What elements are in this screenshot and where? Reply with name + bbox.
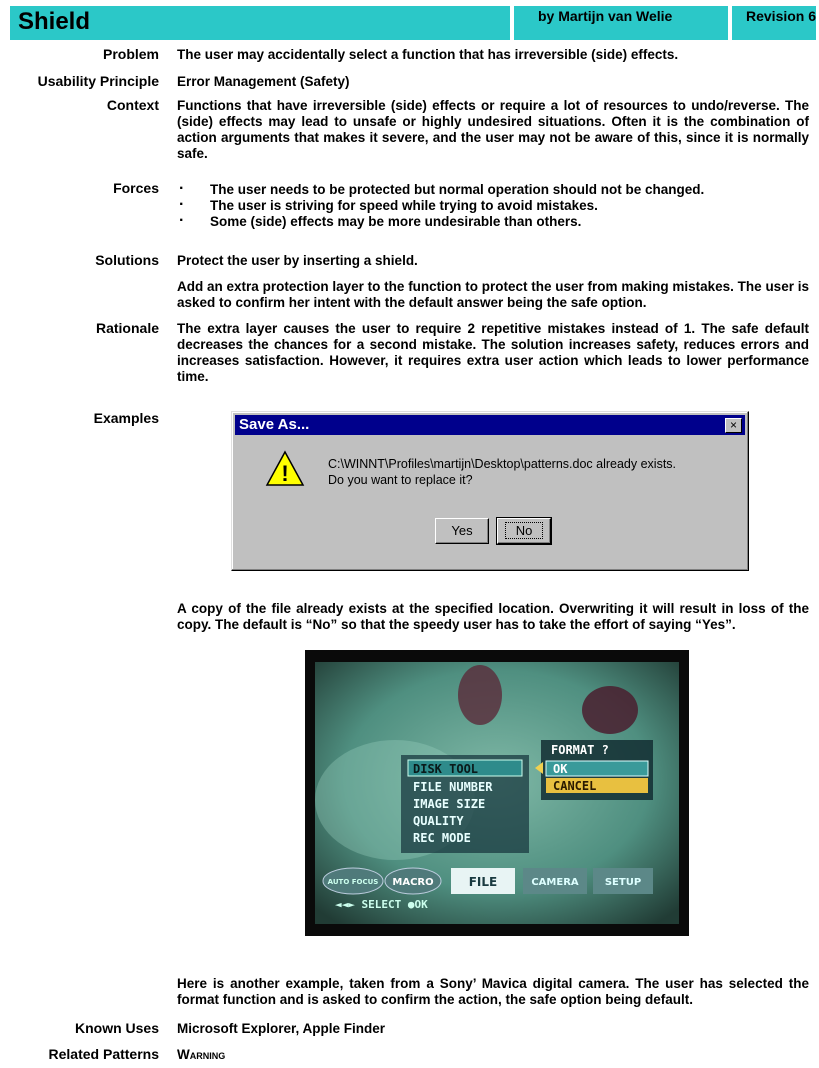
no-button-label: No — [504, 522, 544, 539]
camera-footer: ◄◄► SELECT ●OK — [335, 898, 428, 911]
menu-item-file-number: FILE NUMBER — [413, 780, 493, 794]
principle-label: Usability Principle — [37, 73, 159, 89]
list-item: The user needs to be protected but norma… — [177, 181, 809, 198]
menu-item-rec-mode: REC MODE — [413, 831, 471, 845]
page-header: Shield by Martijn van Welie Revision 6 — [10, 6, 816, 40]
menu-item-quality: QUALITY — [413, 814, 464, 828]
rationale-label: Rationale — [95, 320, 159, 336]
menu-item-image-size: IMAGE SIZE — [413, 797, 485, 811]
context-text: Functions that have irreversible (side) … — [177, 98, 809, 161]
warning-icon: ! — [265, 450, 305, 486]
dialog-message-line1: C:\WINNT\Profiles\martijn\Desktop\patter… — [328, 457, 677, 471]
page-title: Shield — [18, 8, 91, 35]
menu-item-disk-tool: DISK TOOL — [413, 762, 478, 776]
tab-setup: SETUP — [605, 877, 641, 888]
examples-label: Examples — [93, 410, 159, 426]
revision: Revision 6 — [746, 8, 817, 24]
list-item: The user is striving for speed while try… — [177, 197, 809, 214]
example-caption-1: A copy of the file already exists at the… — [177, 601, 809, 632]
tab-camera: CAMERA — [531, 877, 579, 888]
known-uses-label: Known Uses — [74, 1020, 159, 1036]
related-label: Related Patterns — [48, 1046, 159, 1062]
dialog-message: C:\WINNT\Profiles\martijn\Desktop\patter… — [328, 456, 738, 488]
warning-glyph: ! — [281, 461, 288, 486]
context-label: Context — [106, 97, 159, 113]
rationale-text: The extra layer causes the user to requi… — [177, 321, 809, 384]
option-ok: OK — [553, 762, 568, 776]
author: by Martijn van Welie — [538, 8, 673, 24]
revision-cell: Revision 6 — [732, 6, 816, 40]
tab-auto-focus: AUTO FOCUS — [328, 878, 379, 886]
save-as-dialog: Save As... × ! C:\WINNT\Profiles\martijn… — [231, 411, 749, 571]
solutions-detail: Add an extra protection layer to the fun… — [177, 279, 809, 310]
example-caption-2: Here is another example, taken from a So… — [177, 976, 809, 1007]
dialog-title: Save As... — [239, 416, 310, 433]
principle-text: Error Management (Safety) — [177, 74, 350, 89]
author-cell: by Martijn van Welie — [514, 6, 728, 40]
solutions-text: Protect the user by inserting a shield. — [177, 253, 418, 268]
tab-macro: MACRO — [392, 877, 433, 888]
problem-label: Problem — [102, 46, 159, 62]
tab-file: FILE — [469, 875, 498, 889]
known-uses-text: Microsoft Explorer, Apple Finder — [177, 1021, 386, 1036]
no-button[interactable]: No — [496, 517, 552, 545]
forces-label: Forces — [113, 180, 159, 196]
option-cancel: CANCEL — [553, 779, 596, 793]
format-prompt: FORMAT ? — [551, 743, 609, 757]
camera-screen-photo: DISK TOOL FILE NUMBER IMAGE SIZE QUALITY… — [305, 650, 689, 936]
dialog-message-line2: Do you want to replace it? — [328, 473, 473, 487]
forces-list: The user needs to be protected but norma… — [177, 181, 809, 230]
dialog-title-bar[interactable]: Save As... × — [235, 415, 745, 435]
solutions-label: Solutions — [95, 252, 159, 268]
list-item: Some (side) effects may be more undesira… — [177, 213, 809, 230]
close-icon[interactable]: × — [725, 418, 742, 433]
title-cell: Shield — [10, 6, 510, 40]
related-link[interactable]: Warning — [177, 1047, 809, 1063]
yes-button[interactable]: Yes — [435, 518, 489, 544]
problem-text: The user may accidentally select a funct… — [177, 47, 679, 62]
